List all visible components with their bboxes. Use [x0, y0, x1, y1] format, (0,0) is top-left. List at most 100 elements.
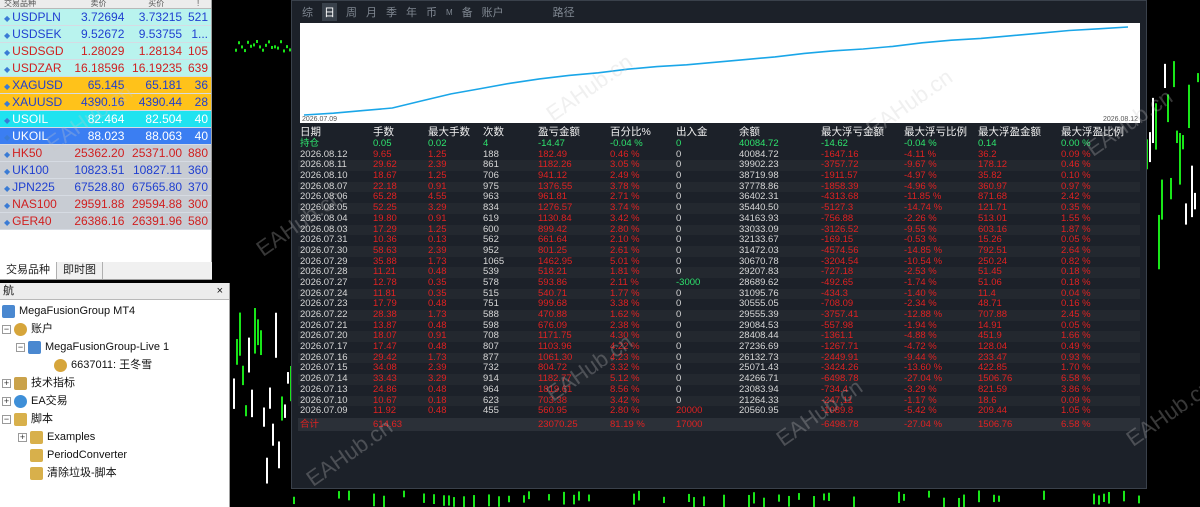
collapse-icon[interactable]: −: [16, 342, 25, 352]
market-watch-row[interactable]: ◆ XAUUSD 4390.16 4390.44 28: [0, 94, 211, 111]
quote-symbol: ◆ UK100: [0, 162, 70, 178]
candle: [1138, 495, 1140, 504]
col-spread-header[interactable]: !: [185, 0, 211, 8]
market-watch-row[interactable]: ◆ USDPLN 3.72694 3.73215 521: [0, 9, 211, 26]
candle: [262, 48, 264, 52]
symbol-label: USDSGD: [12, 44, 64, 58]
candle: [998, 495, 1000, 502]
candle: [247, 40, 249, 44]
cell: 2026.07.09: [300, 405, 348, 417]
market-watch-row[interactable]: ◆ USOIL 82.464 82.504 40: [0, 111, 211, 128]
quote-spread: 28: [194, 95, 208, 109]
report-tab[interactable]: 账户: [482, 4, 504, 20]
nav-item-scripts[interactable]: − 脚本: [2, 410, 53, 428]
market-watch-row[interactable]: ◆ XAGUSD 65.145 65.181 36: [0, 77, 211, 94]
candle: [1167, 94, 1169, 123]
candle: [523, 495, 525, 503]
candle: [508, 495, 510, 503]
market-watch-row[interactable]: ◆ USDZAR 16.18596 16.19235 639: [0, 60, 211, 77]
cell: 560.95: [538, 405, 568, 417]
candle: [688, 493, 690, 503]
cell: -756.88: [821, 212, 854, 224]
tab-symbols[interactable]: 交易品种: [0, 262, 57, 279]
quote-symbol: ◆ XAGUSD: [0, 77, 70, 93]
market-watch-row[interactable]: ◆ USDSEK 9.52672 9.53755 1...: [0, 26, 211, 43]
candle: [268, 40, 270, 44]
symbol-status-icon: ◆: [4, 150, 11, 159]
user-icon: [54, 358, 67, 372]
table-row: 2026.07.10 10.67 0.18 623 703.38 3.42 % 0 21264…: [298, 395, 1140, 407]
cell: 2.80 %: [610, 405, 640, 417]
nav-item-label: 账户: [31, 323, 53, 335]
nav-item-account[interactable]: 6637011: 王冬雪: [54, 356, 152, 374]
table-row: 2026.08.03 17.29 1.25 600 899.42 2.80 % 0 33033…: [298, 224, 1140, 236]
chart-start-date: 2026.07.09: [302, 116, 338, 123]
collapse-icon[interactable]: −: [2, 414, 11, 424]
tab-tick-chart[interactable]: 即时图: [57, 262, 103, 279]
report-tab[interactable]: 币: [426, 4, 437, 20]
nav-item-expert-advisors[interactable]: + EA交易: [2, 392, 68, 410]
quote-ask: 9.53755: [138, 27, 183, 41]
ea-icon: [14, 394, 27, 408]
report-tab[interactable]: M: [446, 8, 453, 17]
candle: [663, 496, 665, 504]
quote-spread: 40: [194, 112, 208, 126]
candle: [269, 387, 271, 409]
candle: [373, 493, 375, 507]
expand-icon[interactable]: +: [2, 378, 11, 388]
candle: [943, 497, 945, 507]
nav-item-clean-script[interactable]: 清除垃圾-脚本: [30, 464, 117, 482]
cell: 19.80: [373, 212, 397, 224]
equity-curve-chart: 2026.07.09 2026.08.12: [300, 23, 1140, 123]
nav-item-server[interactable]: − MegaFusionGroup-Live 1: [16, 338, 169, 356]
quote-bid: 67528.80: [74, 180, 125, 194]
candle: [1103, 493, 1105, 502]
candle: [828, 492, 830, 501]
candle: [1170, 177, 1172, 200]
nav-item-examples[interactable]: + Examples: [18, 428, 95, 446]
cell: -5.42 %: [904, 405, 937, 417]
candle: [928, 490, 930, 498]
report-tab[interactable]: 季: [386, 4, 397, 20]
col-symbol-header[interactable]: 交易品种: [0, 0, 70, 8]
candle: [443, 495, 445, 506]
market-watch-row[interactable]: ◆ USDSGD 1.28029 1.28134 105: [0, 43, 211, 60]
market-watch-row[interactable]: ◆ NAS100 29591.88 29594.88 300: [0, 196, 211, 213]
report-tab[interactable]: 月: [366, 4, 377, 20]
candle: [266, 457, 268, 484]
market-watch-row[interactable]: ◆ GER40 26386.16 26391.96 580: [0, 213, 211, 230]
market-watch-row[interactable]: ◆ JPN225 67528.80 67565.80 370: [0, 179, 211, 196]
symbol-label: USDSEK: [12, 27, 62, 41]
collapse-icon[interactable]: −: [2, 324, 11, 334]
equity-curve: [303, 26, 1129, 116]
symbol-label: USDPLN: [12, 10, 61, 24]
nav-item-indicators[interactable]: + 技术指标: [2, 374, 75, 392]
nav-item-broker[interactable]: MegaFusionGroup MT4: [2, 302, 135, 320]
nav-item-accounts[interactable]: − 账户: [2, 320, 53, 338]
cell: 0: [676, 212, 682, 224]
expand-icon[interactable]: +: [18, 432, 27, 442]
expand-icon[interactable]: +: [2, 396, 11, 406]
report-tab[interactable]: 年: [406, 4, 417, 20]
quote-symbol: ◆ UKOIL: [0, 128, 70, 144]
market-watch-row[interactable]: ◆ UKOIL 88.023 88.063 40: [0, 128, 211, 145]
report-tab[interactable]: 日: [322, 3, 337, 21]
report-tab[interactable]: 综: [302, 4, 313, 20]
cell: 1.55 %: [1061, 212, 1091, 224]
col-ask-header[interactable]: 买价: [127, 0, 185, 8]
cell: 0: [676, 244, 682, 256]
report-tab[interactable]: 周: [346, 4, 357, 20]
market-watch-row[interactable]: ◆ UK100 10823.51 10827.11 360: [0, 162, 211, 179]
report-tab[interactable]: 路径: [553, 4, 575, 20]
market-watch-row[interactable]: ◆ HK50 25362.20 25371.00 880: [0, 145, 211, 162]
close-icon[interactable]: ×: [217, 283, 223, 300]
candle: [1108, 492, 1110, 504]
quote-ask: 65.181: [145, 78, 183, 92]
col-bid-header[interactable]: 卖价: [70, 0, 128, 8]
nav-item-period-converter[interactable]: PeriodConverter: [30, 446, 127, 464]
candle: [241, 45, 243, 49]
candle: [903, 493, 905, 501]
quote-symbol: ◆ USDZAR: [0, 60, 70, 76]
candle: [287, 372, 289, 384]
report-tab[interactable]: 备: [462, 4, 473, 20]
